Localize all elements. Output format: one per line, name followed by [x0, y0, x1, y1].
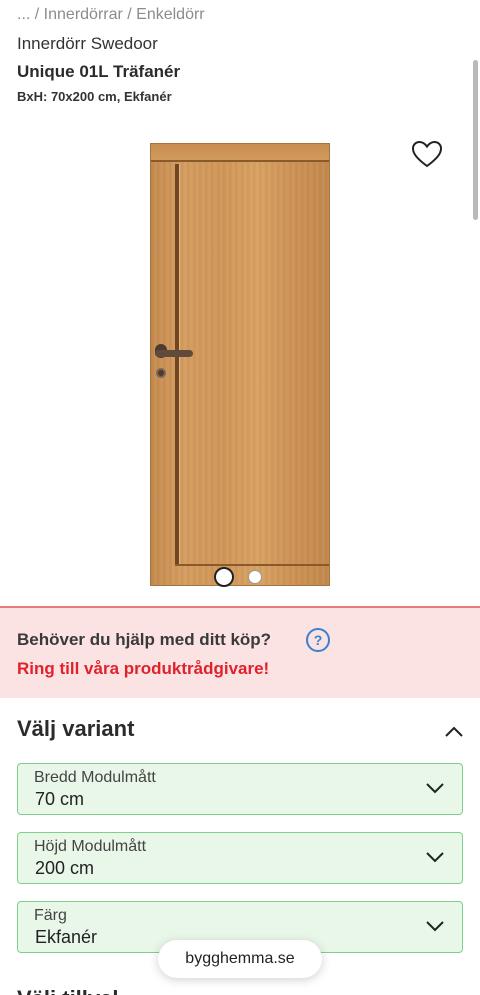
chevron-down-icon: [426, 852, 444, 863]
help-banner: Behöver du hjälp med ditt köp? ? Ring ti…: [0, 606, 480, 698]
site-domain-pill[interactable]: bygghemma.se: [158, 940, 322, 978]
product-title: Unique 01L Träfanér: [17, 62, 181, 81]
chevron-up-icon: [445, 726, 463, 737]
door-groove-bottom: [175, 564, 329, 566]
scrollbar[interactable]: [473, 60, 478, 220]
width-select-label: Bredd Modulmått: [34, 769, 156, 786]
gallery-dot-2[interactable]: [248, 570, 262, 584]
variant-title: Välj variant: [17, 716, 135, 741]
product-dimensions: BxH: 70x200 cm, Ekfanér: [17, 89, 172, 104]
door-handle: [155, 350, 193, 357]
door-groove: [175, 164, 179, 564]
favorite-button[interactable]: [410, 138, 444, 170]
help-question: Behöver du hjälp med ditt köp?: [17, 630, 272, 649]
help-question-icon[interactable]: ?: [306, 628, 330, 652]
door-top-rail: [151, 144, 329, 162]
variant-collapse-button[interactable]: [440, 720, 468, 744]
height-select-value: 200 cm: [35, 858, 95, 878]
gallery-dot-1[interactable]: [214, 567, 234, 587]
product-image[interactable]: [150, 143, 330, 586]
height-select-label: Höjd Modulmått: [34, 838, 147, 855]
breadcrumb[interactable]: ... / Innerdörrar / Enkeldörr: [17, 6, 205, 24]
color-select-label: Färg: [34, 907, 67, 924]
width-select[interactable]: Bredd Modulmått 70 cm: [17, 763, 463, 815]
addons-heading: Välj tillval: [17, 986, 119, 995]
chevron-down-icon: [426, 921, 444, 932]
door-lock: [156, 368, 166, 378]
height-select[interactable]: Höjd Modulmått 200 cm: [17, 832, 463, 884]
call-advisors-link[interactable]: Ring till våra produktrådgivare!: [17, 659, 269, 679]
color-select-value: Ekfanér: [35, 927, 98, 947]
chevron-down-icon: [426, 783, 444, 794]
width-select-value: 70 cm: [35, 789, 85, 809]
product-brand: Innerdörr Swedoor: [17, 34, 158, 53]
heart-outline-icon: [411, 140, 443, 168]
